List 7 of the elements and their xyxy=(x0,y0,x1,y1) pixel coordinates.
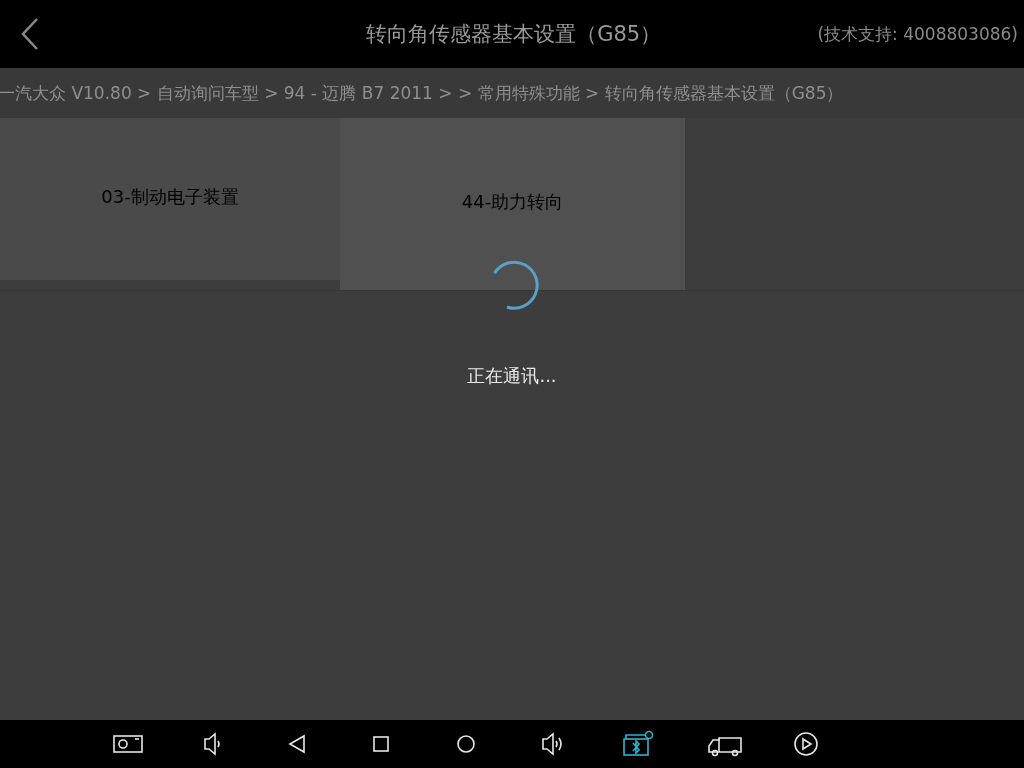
module-tile[interactable]: 44-助力转向 xyxy=(340,118,685,290)
page-title: 转向角传感器基本设置（G85） xyxy=(365,21,663,48)
support-phone: (技术支持: 4008803086) xyxy=(817,22,1019,46)
play-icon[interactable] xyxy=(792,730,820,758)
loading-message: 正在通讯... xyxy=(467,364,557,388)
bluetooth-icon[interactable] xyxy=(622,730,654,758)
module-tile[interactable]: 03-制动电子装置 xyxy=(0,118,340,280)
